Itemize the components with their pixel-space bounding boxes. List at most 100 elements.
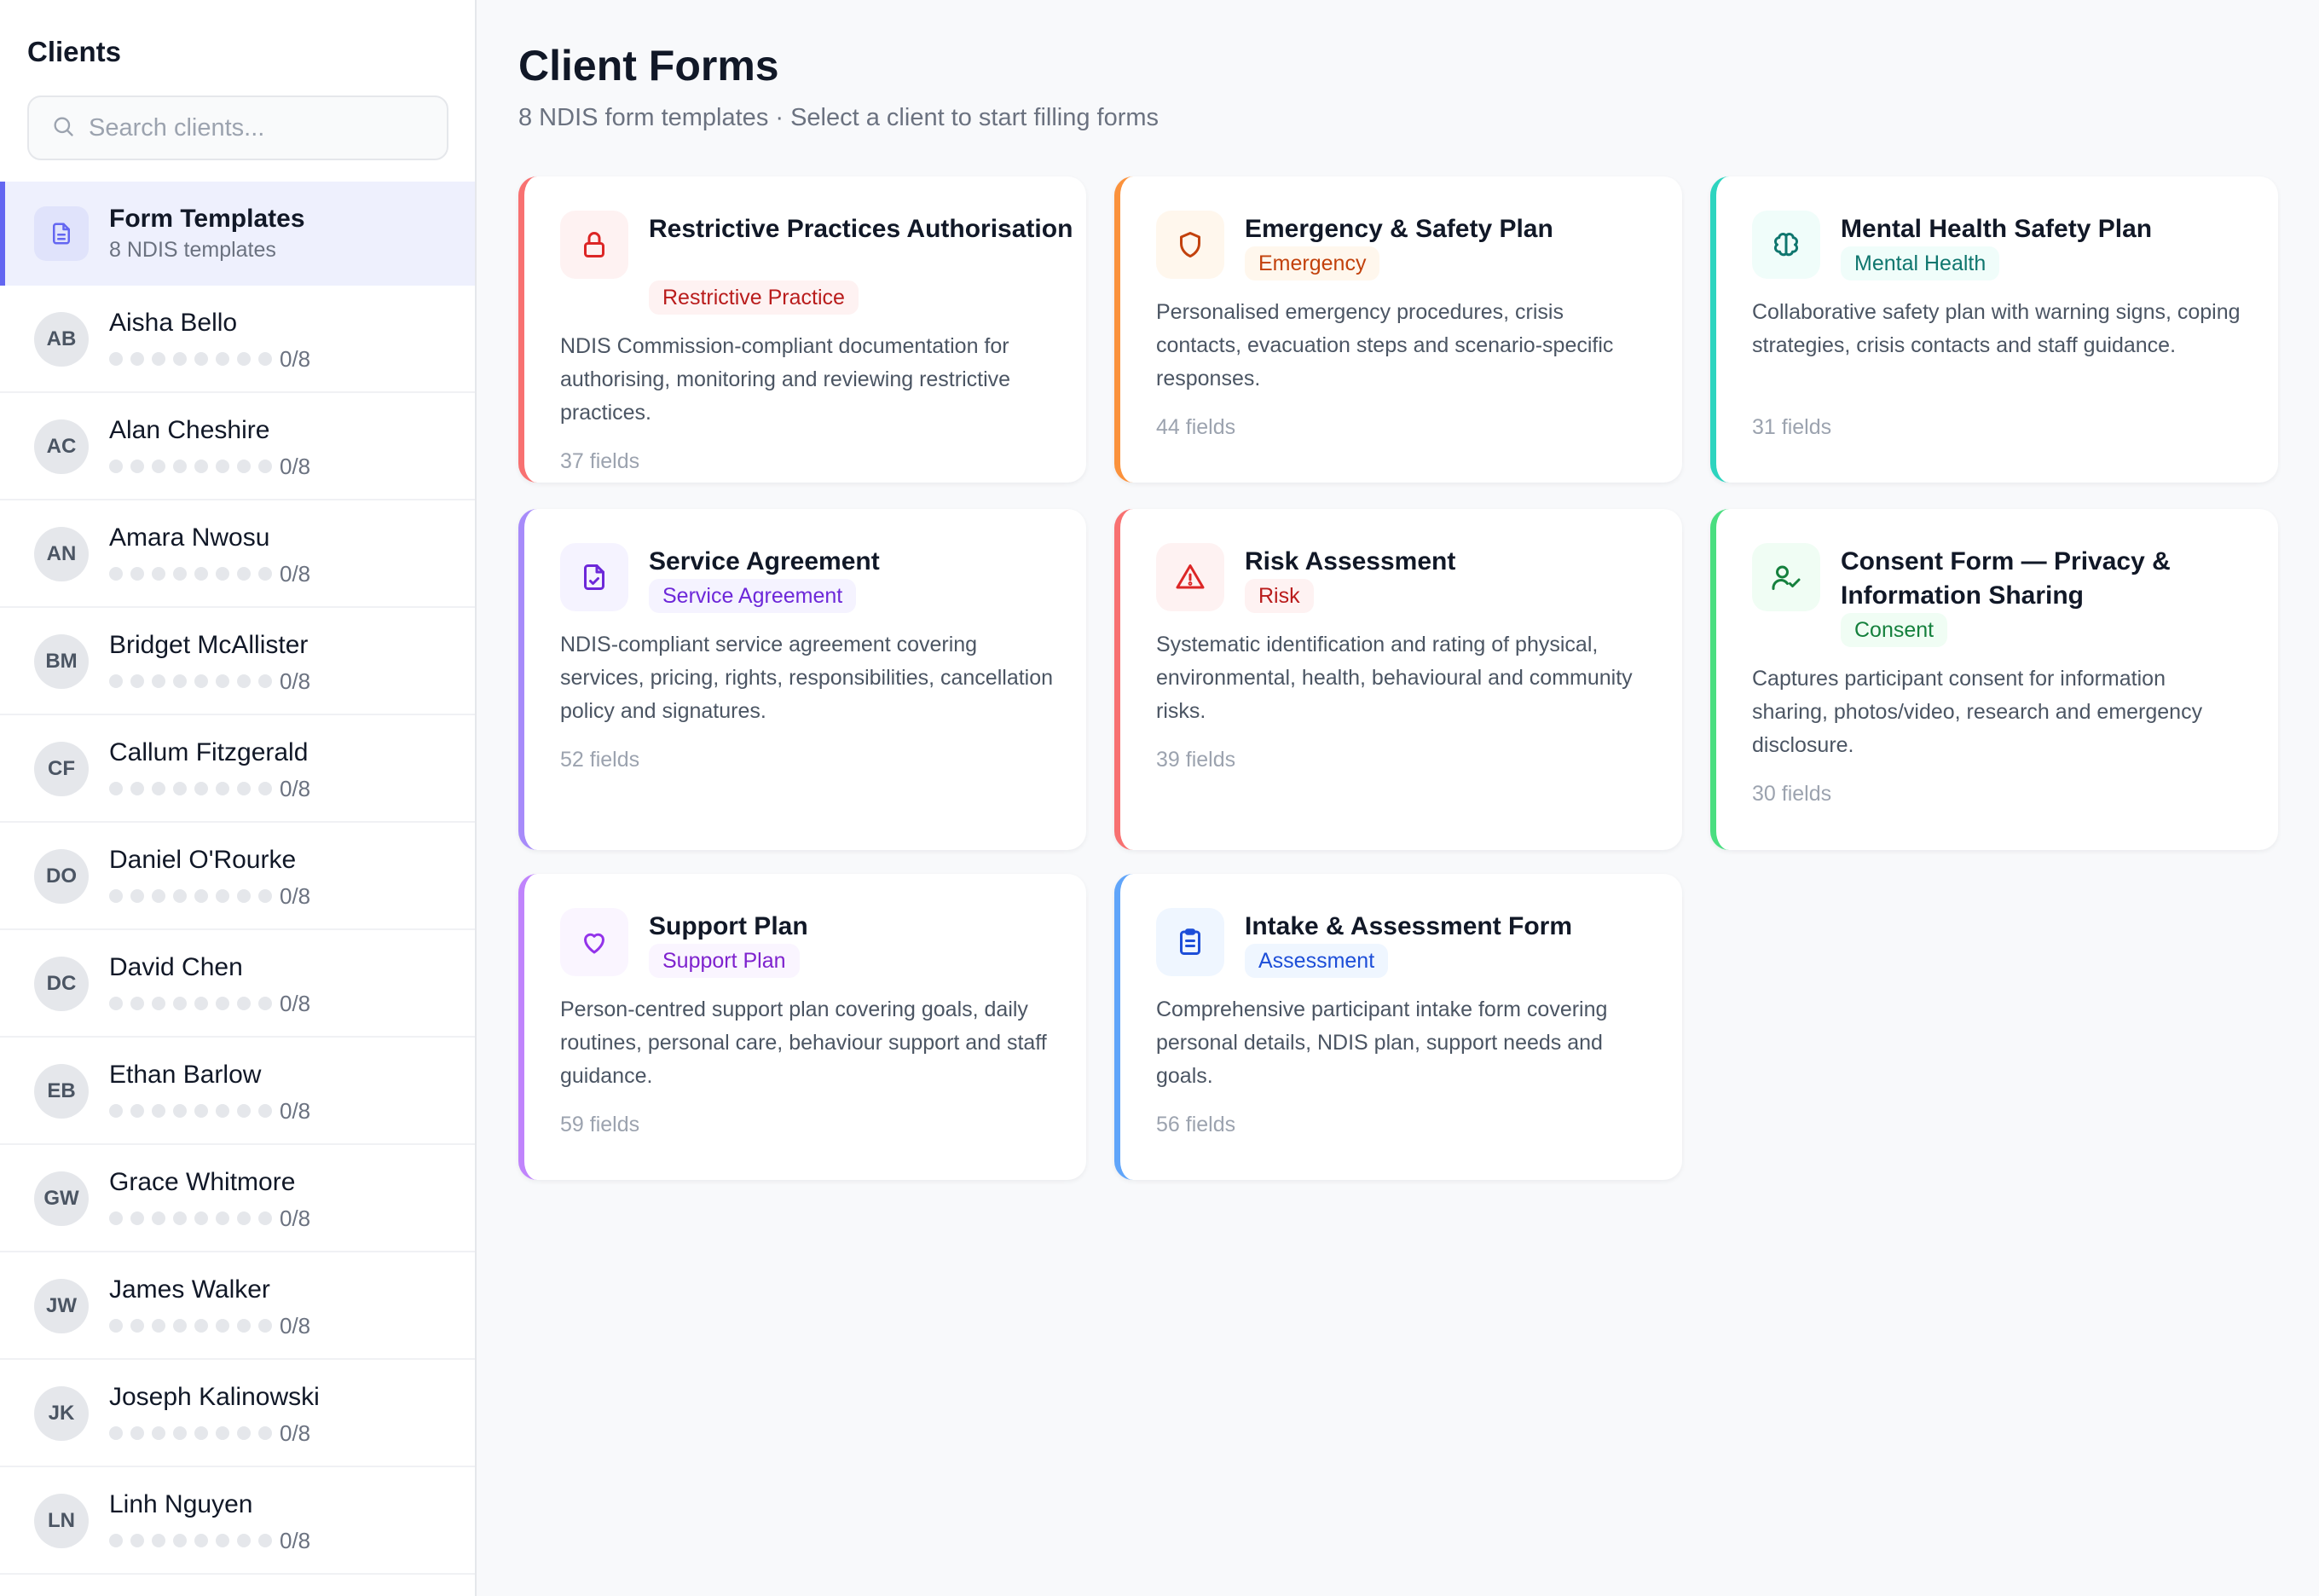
client-row[interactable]: EB Ethan Barlow 0/8 xyxy=(0,1038,475,1145)
progress-dot xyxy=(130,889,144,903)
card-description: Captures participant consent for informa… xyxy=(1752,667,2203,757)
client-row[interactable]: JW James Walker 0/8 xyxy=(0,1252,475,1360)
search-box[interactable] xyxy=(27,95,448,160)
field-count: 30 fields xyxy=(1752,782,1832,806)
progress-dot xyxy=(194,1426,208,1440)
progress-dot xyxy=(258,1426,272,1440)
client-name: David Chen xyxy=(109,953,243,981)
progress-dot xyxy=(152,1426,165,1440)
avatar: EB xyxy=(34,1064,89,1119)
progress-dot xyxy=(194,997,208,1010)
form-card[interactable]: Risk Assessment Risk Systematic identifica… xyxy=(1114,509,1682,850)
progress-dot xyxy=(152,1534,165,1547)
progress-dot xyxy=(216,889,229,903)
client-row[interactable]: AC Alan Cheshire 0/8 xyxy=(0,393,475,500)
search-icon xyxy=(51,114,75,142)
progress-dot xyxy=(173,674,187,688)
progress-dot xyxy=(152,567,165,581)
form-card[interactable]: Mental Health Safety Plan Mental Health Co… xyxy=(1710,176,2278,483)
search-input[interactable] xyxy=(89,113,430,142)
progress-dot xyxy=(237,1534,251,1547)
progress-dot xyxy=(130,1319,144,1333)
progress-dot xyxy=(237,1426,251,1440)
client-name: James Walker xyxy=(109,1275,270,1304)
client-row[interactable]: AN Amara Nwosu 0/8 xyxy=(0,500,475,608)
progress-dot xyxy=(152,782,165,795)
client-row[interactable]: DO Daniel O'Rourke 0/8 xyxy=(0,823,475,930)
form-card[interactable]: Support Plan Support Plan Person-centred s… xyxy=(518,874,1086,1180)
avatar: BM xyxy=(34,634,89,689)
progress-dots xyxy=(109,1211,272,1225)
client-row[interactable]: GW Grace Whitmore 0/8 xyxy=(0,1145,475,1252)
client-row[interactable]: BM Bridget McAllister 0/8 xyxy=(0,608,475,715)
client-name: Joseph Kalinowski xyxy=(109,1383,320,1411)
category-badge: Consent xyxy=(1841,613,1948,647)
avatar: AB xyxy=(34,312,89,367)
progress-dot xyxy=(237,674,251,688)
card-title: Support Plan xyxy=(649,912,808,940)
category-badge: Risk xyxy=(1245,579,1314,613)
progress-dot xyxy=(194,782,208,795)
progress-dot xyxy=(194,674,208,688)
client-name: Daniel O'Rourke xyxy=(109,846,297,874)
progress-dot xyxy=(258,1211,272,1225)
templates-label: Form Templates xyxy=(109,205,305,233)
progress-count: 0/8 xyxy=(280,883,311,909)
progress-dot xyxy=(109,1319,123,1333)
category-badge: Assessment xyxy=(1245,944,1389,978)
card-description: Personalised emergency procedures, crisi… xyxy=(1156,300,1614,390)
progress-dot xyxy=(258,460,272,473)
progress-dots xyxy=(109,782,272,795)
category-badge: Emergency xyxy=(1245,246,1380,280)
progress-dot xyxy=(237,352,251,366)
progress-dot xyxy=(258,674,272,688)
field-count: 37 fields xyxy=(560,449,640,473)
progress-dots xyxy=(109,889,272,903)
progress-dot xyxy=(216,352,229,366)
form-card[interactable]: Intake & Assessment Form Assessment Compre… xyxy=(1114,874,1682,1180)
category-badge: Mental Health xyxy=(1841,246,2000,280)
client-name: Callum Fitzgerald xyxy=(109,738,309,766)
client-row[interactable]: LN Linh Nguyen 0/8 xyxy=(0,1467,475,1575)
progress-dot xyxy=(152,889,165,903)
client-row[interactable]: AB Aisha Bello 0/8 xyxy=(0,286,475,393)
lock-icon xyxy=(560,211,628,279)
sidebar-item-form-templates[interactable]: Form Templates 8 NDIS templates xyxy=(0,182,475,286)
file-check-icon xyxy=(560,543,628,611)
document-icon xyxy=(34,206,89,261)
progress-dot xyxy=(258,889,272,903)
progress-dot xyxy=(237,460,251,473)
progress-dot xyxy=(109,997,123,1010)
field-count: 39 fields xyxy=(1156,748,1236,772)
form-card[interactable]: Consent Form — Privacy & Information Sha… xyxy=(1710,509,2278,850)
progress-dots xyxy=(109,674,272,688)
progress-dot xyxy=(109,352,123,366)
client-row[interactable]: JK Joseph Kalinowski 0/8 xyxy=(0,1360,475,1467)
progress-dot xyxy=(173,567,187,581)
avatar: AN xyxy=(34,527,89,581)
progress-dot xyxy=(258,782,272,795)
progress-dot xyxy=(130,567,144,581)
progress-dot xyxy=(130,1104,144,1118)
page-subtitle: 8 NDIS form templates · Select a client … xyxy=(518,104,1160,131)
form-card[interactable]: Emergency & Safety Plan Emergency Personal… xyxy=(1114,176,1682,483)
progress-dots xyxy=(109,1426,272,1440)
progress-count: 0/8 xyxy=(280,346,311,372)
card-title: Mental Health Safety Plan xyxy=(1841,215,2153,243)
card-title: Service Agreement xyxy=(649,547,880,575)
progress-dot xyxy=(194,1104,208,1118)
progress-dot xyxy=(258,1534,272,1547)
form-card[interactable]: Service Agreement Service Agreement NDIS-c… xyxy=(518,509,1086,850)
progress-dot xyxy=(130,997,144,1010)
card-description: NDIS-compliant service agreement coverin… xyxy=(560,633,1054,723)
form-card[interactable]: Restrictive Practices Authorisation Restr… xyxy=(518,176,1086,483)
progress-count: 0/8 xyxy=(280,776,311,801)
client-row[interactable]: DC David Chen 0/8 xyxy=(0,930,475,1038)
progress-dot xyxy=(109,1211,123,1225)
avatar: DC xyxy=(34,957,89,1011)
progress-dot xyxy=(237,567,251,581)
progress-dot xyxy=(237,1104,251,1118)
progress-dot xyxy=(152,997,165,1010)
field-count: 52 fields xyxy=(560,748,640,772)
client-row[interactable]: CF Callum Fitzgerald 0/8 xyxy=(0,715,475,823)
